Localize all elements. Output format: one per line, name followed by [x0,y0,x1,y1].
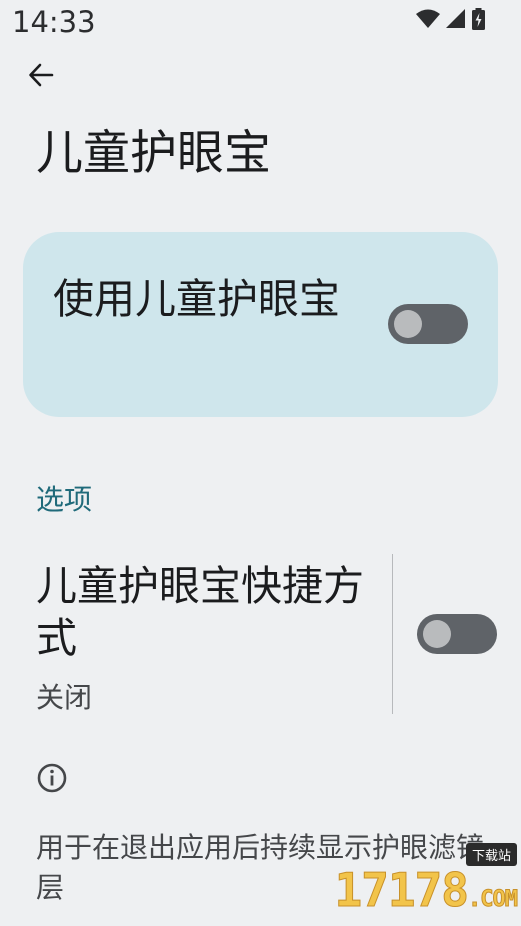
watermark-logo: 下载站 17178.COM [334,843,518,924]
back-button[interactable] [22,56,60,94]
battery-charging-icon [472,8,485,30]
signal-icon [446,9,465,28]
main-toggle-switch[interactable] [388,304,468,344]
status-bar: 14:33 [0,0,521,46]
watermark-badge: 下载站 [465,843,517,866]
toggle-thumb [423,620,451,648]
info-icon [37,763,67,793]
page-title: 儿童护眼宝 [36,126,271,181]
status-icons [416,8,485,30]
shortcut-option-title: 儿童护眼宝快捷方式 [36,562,364,662]
shortcut-toggle-switch[interactable] [417,614,497,654]
main-toggle-label: 使用儿童护眼宝 [53,275,340,323]
section-header-options: 选项 [36,483,93,516]
toggle-thumb [394,310,422,338]
vertical-divider [392,554,393,714]
main-toggle-card[interactable]: 使用儿童护眼宝 [23,232,498,417]
arrow-left-icon [29,63,54,87]
status-time: 14:33 [12,5,96,39]
shortcut-option-summary: 关闭 [36,681,93,714]
wifi-icon [416,9,440,28]
shortcut-option-row[interactable]: 儿童护眼宝快捷方式 关闭 [0,552,521,716]
watermark-brand: 17178.COM [334,863,518,917]
